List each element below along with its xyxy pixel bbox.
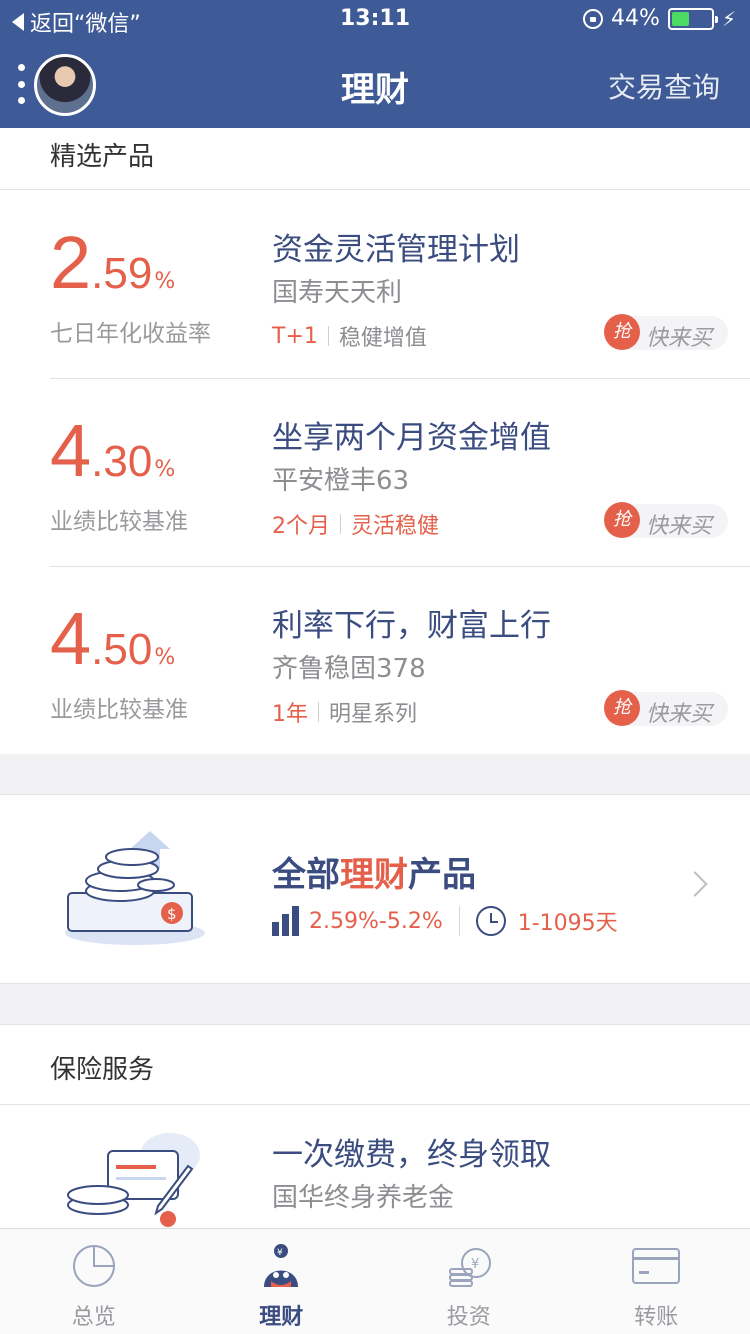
product-sub: 平安橙丰63: [272, 466, 410, 496]
product-term-tag: 1年: [272, 702, 308, 727]
status-bar: 返回“微信” 13:11 44% ⚡: [0, 0, 750, 40]
buy-now-button[interactable]: 抢 快来买: [604, 502, 728, 539]
product-rate: 4.30%: [50, 408, 175, 493]
tab-transfer[interactable]: 转账: [563, 1229, 750, 1334]
coin-box-illustration: $: [65, 831, 205, 945]
battery-fill: [671, 11, 689, 26]
product-sub: 齐鲁稳固378: [272, 654, 426, 684]
clock-icon: [475, 906, 506, 936]
rate-unit: %: [154, 269, 176, 294]
product-rate: 4.50%: [50, 596, 175, 681]
insurance-name[interactable]: 一次缴费，终身领取: [272, 1129, 551, 1174]
title-prefix: 全部: [272, 855, 340, 895]
product-tags: 2个月 灵活稳健: [272, 508, 439, 540]
title-highlight: 理财: [340, 855, 408, 895]
rate-decimal: .50: [91, 625, 153, 674]
featured-products-section: 精选产品 2.59% 七日年化收益率 资金灵活管理计划 国寿天天利 T+1 稳健…: [0, 128, 750, 754]
tab-label: 转账: [634, 1305, 679, 1330]
buy-now-button[interactable]: 抢 快来买: [604, 314, 728, 351]
buy-label: 快来买: [646, 702, 713, 727]
product-name: 坐享两个月资金增值: [272, 420, 551, 456]
transaction-query-button[interactable]: 交易查询: [608, 66, 720, 106]
coin-stack-icon: ¥: [448, 1248, 491, 1287]
tab-overview[interactable]: 总览: [0, 1229, 188, 1334]
grab-badge-icon: 抢: [604, 502, 640, 538]
rate-integer: 4: [50, 409, 92, 492]
all-products-title: 全部理财产品: [272, 847, 476, 896]
buy-now-button[interactable]: 抢 快来买: [604, 690, 728, 727]
title-suffix: 产品: [408, 855, 476, 895]
product-term-tag: 2个月: [272, 514, 330, 539]
status-right: 44% ⚡: [583, 6, 736, 31]
tab-invest[interactable]: ¥ 投资: [375, 1229, 563, 1334]
product-item[interactable]: 2.59% 七日年化收益率 资金灵活管理计划 国寿天天利 T+1 稳健增值 抢 …: [0, 190, 750, 378]
tag-separator: [327, 326, 329, 346]
rate-unit: %: [154, 645, 176, 670]
tab-bar: 总览 ¥ 理财 ¥ 投资 转账: [0, 1228, 750, 1334]
pension-illustration: [67, 1133, 200, 1227]
bar-chart-icon: [272, 906, 299, 936]
rate-integer: 4: [50, 597, 92, 680]
product-type-tag: 明星系列: [329, 702, 418, 727]
charging-bolt-icon: ⚡: [721, 6, 736, 31]
grab-badge-icon: 抢: [604, 690, 640, 726]
product-item[interactable]: 4.30% 业绩比较基准 坐享两个月资金增值 平安橙丰63 2个月 灵活稳健 抢…: [0, 378, 750, 566]
card-icon: [632, 1248, 681, 1284]
product-name: 资金灵活管理计划: [272, 232, 520, 268]
product-type-tag: 灵活稳健: [351, 514, 440, 539]
term-range: 1-1095天: [517, 911, 618, 936]
rate-unit: %: [154, 457, 176, 482]
battery-percent: 44%: [611, 6, 660, 31]
tab-label: 理财: [259, 1305, 304, 1330]
nav-bar: 理财 交易查询: [0, 40, 750, 128]
svg-text:$: $: [167, 905, 177, 923]
product-sub: 国寿天天利: [272, 278, 403, 308]
top-bar: 返回“微信” 13:11 44% ⚡ 理财 交易查询: [0, 0, 750, 128]
pie-chart-icon: [72, 1245, 115, 1287]
tag-separator: [340, 514, 341, 534]
section-heading-featured: 精选产品: [50, 142, 155, 172]
product-item[interactable]: 4.50% 业绩比较基准 利率下行，财富上行 齐鲁稳固378 1年 明星系列 抢…: [0, 566, 750, 754]
tag-separator: [318, 702, 319, 722]
rate-decimal: .59: [91, 249, 153, 298]
rate-label: 七日年化收益率: [50, 321, 211, 347]
chevron-right-icon: [682, 871, 708, 897]
tab-label: 投资: [446, 1305, 491, 1330]
rate-decimal: .30: [91, 437, 153, 486]
product-tags: T+1 稳健增值: [272, 320, 427, 352]
all-products-banner[interactable]: $ 全部理财产品 2.59%-5.2% 1-1095天: [0, 794, 750, 984]
product-rate: 2.59%: [50, 220, 175, 305]
svg-text:¥: ¥: [277, 1248, 283, 1258]
stats-separator: [458, 906, 460, 936]
product-term-tag: T+1: [272, 323, 318, 349]
product-tags: 1年 明星系列: [272, 696, 417, 728]
grab-badge-icon: 抢: [604, 314, 640, 350]
rotation-lock-icon: [583, 8, 604, 29]
insurance-sub: 国华终身养老金: [272, 1183, 455, 1213]
rate-label: 业绩比较基准: [50, 697, 188, 723]
section-heading-insurance: 保险服务: [50, 1055, 155, 1085]
tab-wealth[interactable]: ¥ 理财: [188, 1229, 376, 1334]
buy-label: 快来买: [646, 326, 713, 351]
battery-icon: [667, 7, 718, 30]
all-products-stats: 2.59%-5.2% 1-1095天: [272, 905, 618, 937]
product-type-tag: 稳健增值: [338, 326, 427, 351]
tab-label: 总览: [71, 1305, 116, 1330]
rate-integer: 2: [50, 221, 92, 304]
rate-label: 业绩比较基准: [50, 509, 188, 535]
buy-label: 快来买: [646, 514, 713, 539]
rate-range: 2.59%-5.2%: [309, 908, 443, 934]
penguin-coin-icon: ¥: [264, 1244, 299, 1287]
product-name: 利率下行，财富上行: [272, 608, 551, 644]
section-divider: [0, 1104, 750, 1105]
